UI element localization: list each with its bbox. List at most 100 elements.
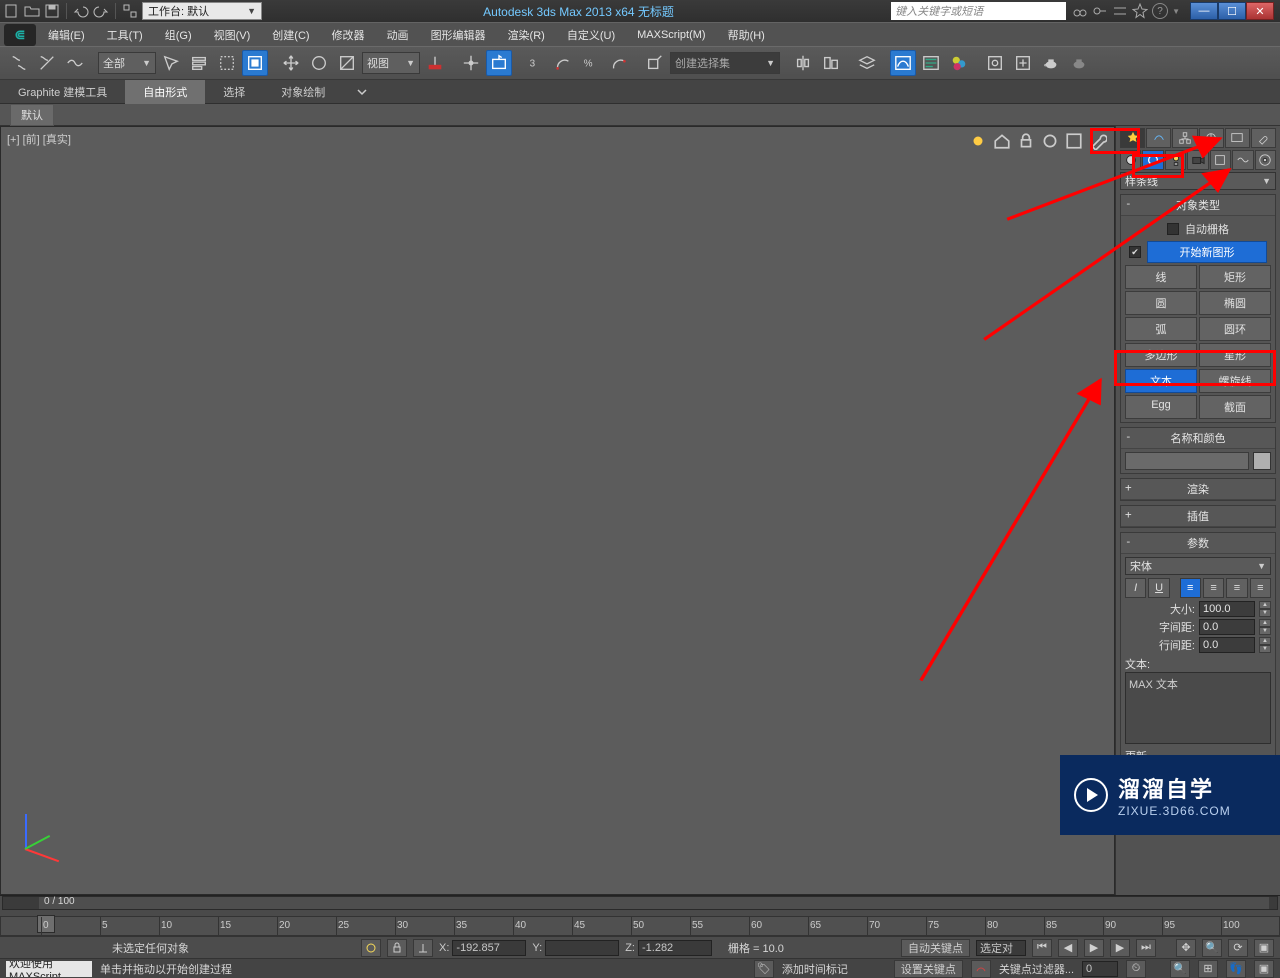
- save-icon[interactable]: [44, 3, 60, 19]
- menu-tools[interactable]: 工具(T): [97, 24, 153, 46]
- angle-snap-icon[interactable]: [550, 50, 576, 76]
- help-icon[interactable]: ?: [1152, 3, 1168, 19]
- render-teapot-icon[interactable]: [1038, 50, 1064, 76]
- viewport-home-icon[interactable]: [992, 131, 1012, 151]
- shape-star[interactable]: 星形: [1199, 343, 1271, 367]
- minimize-button[interactable]: —: [1190, 2, 1218, 20]
- ribbon-tab-objectpaint[interactable]: 对象绘制: [263, 80, 343, 104]
- underline-button[interactable]: U: [1148, 578, 1169, 598]
- autokey-toggle[interactable]: 自动关键点: [901, 939, 970, 957]
- render-production-icon[interactable]: [1066, 50, 1092, 76]
- time-config-icon[interactable]: ⏲: [1126, 960, 1146, 978]
- close-button[interactable]: ✕: [1246, 2, 1274, 20]
- play-prev-icon[interactable]: ◀: [1058, 939, 1078, 957]
- panel-cat-shapes[interactable]: [1142, 150, 1163, 170]
- panel-tab-create[interactable]: [1120, 128, 1145, 148]
- render-setup-icon[interactable]: [982, 50, 1008, 76]
- panel-cat-helpers[interactable]: [1210, 150, 1231, 170]
- redo-icon[interactable]: [93, 3, 109, 19]
- ribbon-tab-select[interactable]: 选择: [205, 80, 263, 104]
- rollout-render[interactable]: +渲染: [1120, 478, 1276, 501]
- move-tool-icon[interactable]: [278, 50, 304, 76]
- open-icon[interactable]: [24, 3, 40, 19]
- bind-tool-icon[interactable]: [62, 50, 88, 76]
- panel-cat-lights[interactable]: [1165, 150, 1186, 170]
- nav-zoom2-icon[interactable]: 🔍: [1170, 960, 1190, 978]
- nav-zoom-icon[interactable]: 🔍: [1202, 939, 1222, 957]
- viewport-shade-icon[interactable]: [1040, 131, 1060, 151]
- link-tool-icon[interactable]: [6, 50, 32, 76]
- workspace-selector[interactable]: 工作台: 默认 ▼: [142, 2, 262, 20]
- shape-arc[interactable]: 弧: [1125, 317, 1197, 341]
- align-center-button[interactable]: ≡: [1203, 578, 1224, 598]
- menu-modifiers[interactable]: 修改器: [322, 24, 375, 46]
- scale-tool-icon[interactable]: [334, 50, 360, 76]
- selection-filter[interactable]: 全部▼: [98, 52, 156, 74]
- menu-group[interactable]: 组(G): [155, 24, 202, 46]
- maximize-button[interactable]: ☐: [1218, 2, 1246, 20]
- select-object-icon[interactable]: [158, 50, 184, 76]
- menu-help[interactable]: 帮助(H): [718, 24, 775, 46]
- coord-y[interactable]: [545, 940, 619, 956]
- nav-walk-icon[interactable]: 👣: [1226, 960, 1246, 978]
- nav-field-icon[interactable]: ⊞: [1198, 960, 1218, 978]
- shape-rectangle[interactable]: 矩形: [1199, 265, 1271, 289]
- ribbon-tab-graphite[interactable]: Graphite 建模工具: [0, 80, 125, 104]
- search-input[interactable]: 键入关键字或短语: [891, 2, 1066, 20]
- mirror-icon[interactable]: [790, 50, 816, 76]
- menu-customize[interactable]: 自定义(U): [557, 24, 625, 46]
- panel-tab-modify[interactable]: [1146, 128, 1171, 148]
- panel-tab-hierarchy[interactable]: [1172, 128, 1197, 148]
- shape-line[interactable]: 线: [1125, 265, 1197, 289]
- keyboard-shortcut-icon[interactable]: [486, 50, 512, 76]
- rollout-interpolation[interactable]: +插值: [1120, 505, 1276, 528]
- snap-3-icon[interactable]: 3: [522, 50, 548, 76]
- align-justify-button[interactable]: ≡: [1250, 578, 1271, 598]
- maxscript-listener[interactable]: 欢迎使用 MAXScript: [6, 961, 92, 977]
- kerning-spinner[interactable]: 0.0: [1199, 619, 1255, 635]
- nav-pan-icon[interactable]: ✥: [1176, 939, 1196, 957]
- panel-cat-spacewarps[interactable]: [1232, 150, 1253, 170]
- undo-icon[interactable]: [73, 3, 89, 19]
- window-crossing-icon[interactable]: [242, 50, 268, 76]
- shape-egg[interactable]: Egg: [1125, 395, 1197, 419]
- italic-button[interactable]: I: [1125, 578, 1146, 598]
- menu-maxscript[interactable]: MAXScript(M): [627, 26, 715, 44]
- shape-helix[interactable]: 螺旋线: [1199, 369, 1271, 393]
- align-right-button[interactable]: ≡: [1226, 578, 1247, 598]
- named-sel-edit-icon[interactable]: [642, 50, 668, 76]
- menu-render[interactable]: 渲染(R): [498, 24, 555, 46]
- panel-tab-motion[interactable]: [1199, 128, 1224, 148]
- key-filters-icon[interactable]: [971, 960, 991, 978]
- shape-ellipse[interactable]: 椭圆: [1199, 291, 1271, 315]
- shape-donut[interactable]: 圆环: [1199, 317, 1271, 341]
- new-icon[interactable]: [4, 3, 20, 19]
- setkey-button[interactable]: 设置关键点: [894, 960, 963, 978]
- time-tag-icon[interactable]: 🏷: [754, 960, 774, 978]
- panel-cat-systems[interactable]: [1255, 150, 1276, 170]
- app-icon[interactable]: ⋐: [4, 24, 36, 46]
- startshape-checkbox[interactable]: [1129, 246, 1141, 258]
- key-filters-label[interactable]: 关键点过滤器...: [999, 961, 1074, 977]
- schematic-view-icon[interactable]: [918, 50, 944, 76]
- nav-max-icon[interactable]: ▣: [1254, 939, 1274, 957]
- current-frame[interactable]: 0: [1082, 961, 1118, 977]
- add-time-tag[interactable]: 添加时间标记: [782, 961, 848, 977]
- star-icon[interactable]: [1132, 3, 1148, 19]
- viewport-wrench-icon[interactable]: [1088, 131, 1108, 151]
- select-region-icon[interactable]: [214, 50, 240, 76]
- coord-z[interactable]: -1.282: [638, 940, 712, 956]
- play-next-icon[interactable]: ▶: [1110, 939, 1130, 957]
- nav-orbit-icon[interactable]: ⟳: [1228, 939, 1248, 957]
- viewport-light-icon[interactable]: [968, 131, 988, 151]
- key-icon[interactable]: [1092, 3, 1108, 19]
- unlink-tool-icon[interactable]: [34, 50, 60, 76]
- menu-grapheditor[interactable]: 图形编辑器: [421, 24, 496, 46]
- select-name-icon[interactable]: [186, 50, 212, 76]
- nav-max2-icon[interactable]: ▣: [1254, 960, 1274, 978]
- panel-cat-cameras[interactable]: [1187, 150, 1208, 170]
- play-end-icon[interactable]: ⏭: [1136, 939, 1156, 957]
- material-editor-icon[interactable]: [946, 50, 972, 76]
- autogrid-checkbox[interactable]: [1167, 223, 1179, 235]
- shape-ngon[interactable]: 多边形: [1125, 343, 1197, 367]
